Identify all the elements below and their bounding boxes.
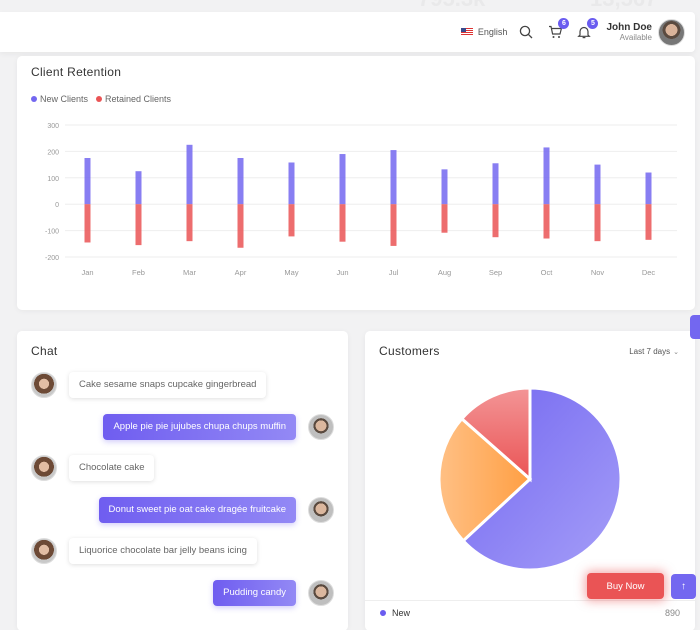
chat-card: Chat Cake sesame snaps cupcake gingerbre… xyxy=(17,331,348,630)
notification-count-badge: 5 xyxy=(587,18,599,29)
x-tick-label: Jan xyxy=(81,268,93,277)
y-tick-label: 300 xyxy=(47,123,59,130)
chat-bubble: Pudding candy xyxy=(213,580,296,606)
bar-new-clients[interactable] xyxy=(543,147,550,205)
top-navbar: English 6 5 John Doe Available xyxy=(0,12,695,52)
scroll-to-top-button[interactable]: ↑ xyxy=(671,574,696,599)
chat-avatar[interactable] xyxy=(31,372,57,398)
x-tick-label: Mar xyxy=(183,268,196,277)
chat-message: Chocolate cake xyxy=(31,455,155,481)
bar-retained-clients[interactable] xyxy=(339,204,346,242)
bar-new-clients[interactable] xyxy=(339,154,346,205)
bar-retained-clients[interactable] xyxy=(237,204,244,248)
card-title: Chat xyxy=(31,344,58,358)
x-tick-label: Jun xyxy=(336,268,348,277)
search-icon xyxy=(520,25,533,39)
y-tick-label: 0 xyxy=(55,202,59,209)
bar-retained-clients[interactable] xyxy=(645,204,652,240)
x-tick-label: Apr xyxy=(235,268,247,277)
divider xyxy=(365,600,695,601)
bar-retained-clients[interactable] xyxy=(186,204,193,242)
chat-bubble: Liquorice chocolate bar jelly beans icin… xyxy=(69,538,257,564)
language-selector[interactable]: English xyxy=(460,27,508,37)
chat-avatar[interactable] xyxy=(308,414,334,440)
buy-now-button[interactable]: Buy Now xyxy=(587,573,664,599)
bar-new-clients[interactable] xyxy=(135,171,142,205)
bar-new-clients[interactable] xyxy=(492,163,499,205)
customizer-toggle[interactable] xyxy=(690,315,700,339)
arrow-up-icon: ↑ xyxy=(681,581,686,592)
chat-message: Liquorice chocolate bar jelly beans icin… xyxy=(31,538,257,564)
bar-retained-clients[interactable] xyxy=(441,204,448,233)
background-stats: 795.3k 13,567 xyxy=(0,0,700,11)
y-tick-label: 100 xyxy=(47,176,59,183)
us-flag-icon xyxy=(460,28,473,36)
x-tick-label: Jul xyxy=(389,268,399,277)
x-tick-label: May xyxy=(284,268,298,277)
chat-avatar[interactable] xyxy=(31,538,57,564)
user-dropdown[interactable]: John Doe Available xyxy=(606,22,652,42)
bar-new-clients[interactable] xyxy=(390,150,397,205)
search-button[interactable] xyxy=(517,23,535,41)
ghost-stat: 13,567 xyxy=(590,0,657,12)
x-tick-label: Nov xyxy=(591,268,605,277)
chat-message: Donut sweet pie oat cake dragée fruitcak… xyxy=(98,497,334,523)
cart-count-badge: 6 xyxy=(558,18,570,29)
bar-new-clients[interactable] xyxy=(186,144,193,205)
chat-avatar[interactable] xyxy=(308,497,334,523)
chat-message: Cake sesame snaps cupcake gingerbread xyxy=(31,372,267,398)
chat-avatar[interactable] xyxy=(31,455,57,481)
x-tick-label: Oct xyxy=(541,268,554,277)
y-tick-label: -100 xyxy=(45,229,59,236)
retention-bar-chart: 300 200 100 0 -100 -200 Jan Feb Mar Apr May Jun Jul A… xyxy=(45,123,677,277)
user-name: John Doe xyxy=(606,22,652,33)
status-dot xyxy=(380,610,386,616)
bar-new-clients[interactable] xyxy=(594,164,601,205)
bar-retained-clients[interactable] xyxy=(543,204,550,239)
chat-message: Apple pie pie jujubes chupa chups muffin xyxy=(103,414,334,440)
bar-retained-clients[interactable] xyxy=(135,204,142,246)
chat-bubble: Chocolate cake xyxy=(69,455,155,481)
notifications-button[interactable]: 5 xyxy=(575,18,599,41)
user-avatar[interactable] xyxy=(658,18,685,46)
bar-retained-clients[interactable] xyxy=(390,204,397,246)
x-tick-label: Aug xyxy=(438,268,451,277)
chat-bubble: Donut sweet pie oat cake dragée fruitcak… xyxy=(98,497,296,523)
bar-new-clients[interactable] xyxy=(441,169,448,205)
x-tick-label: Dec xyxy=(642,268,656,277)
bar-retained-clients[interactable] xyxy=(594,204,601,242)
stat-value: 890 xyxy=(664,608,680,618)
bar-retained-clients[interactable] xyxy=(492,204,499,238)
chat-avatar[interactable] xyxy=(308,580,334,606)
bar-new-clients[interactable] xyxy=(645,172,652,205)
x-tick-label: Sep xyxy=(489,268,502,277)
language-label: English xyxy=(477,27,508,37)
bar-new-clients[interactable] xyxy=(237,158,244,205)
bar-new-clients[interactable] xyxy=(288,162,295,205)
y-tick-label: -200 xyxy=(45,255,59,262)
y-tick-label: 200 xyxy=(47,149,59,156)
customer-stat-row: New 890 xyxy=(380,608,680,618)
ghost-stat: 795.3k xyxy=(418,0,485,12)
bar-retained-clients[interactable] xyxy=(288,204,295,237)
user-status: Available xyxy=(619,33,652,42)
bar-new-clients[interactable] xyxy=(84,158,91,205)
chat-bubble: Apple pie pie jujubes chupa chups muffin xyxy=(103,414,296,440)
x-tick-label: Feb xyxy=(132,268,145,277)
customers-pie-chart xyxy=(437,386,623,572)
chat-message: Pudding candy xyxy=(213,580,334,606)
chat-bubble: Cake sesame snaps cupcake gingerbread xyxy=(69,372,267,398)
cart-button[interactable]: 6 xyxy=(546,18,570,41)
client-retention-card: Client Retention New Clients Retained Cl… xyxy=(17,56,695,310)
stat-label: New xyxy=(392,608,411,618)
bar-retained-clients[interactable] xyxy=(84,204,91,243)
